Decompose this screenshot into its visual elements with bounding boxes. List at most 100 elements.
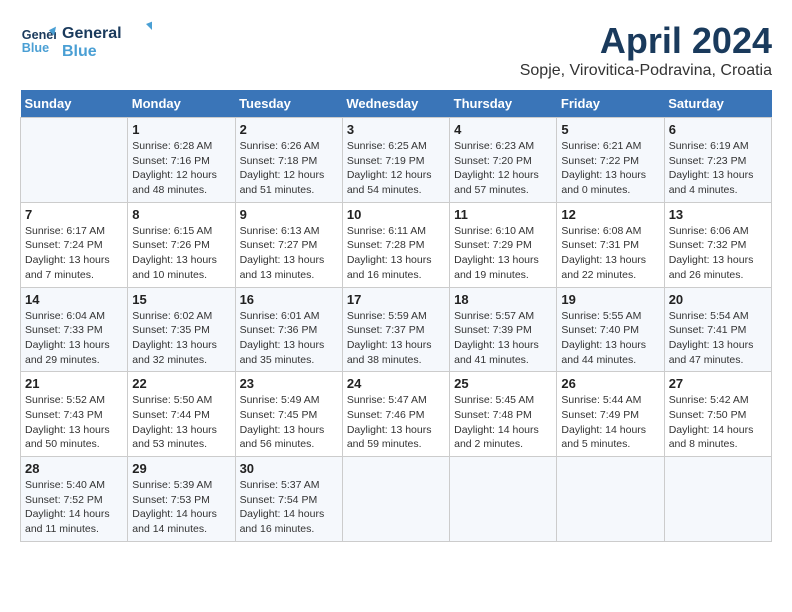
calendar-cell-5-7 bbox=[664, 457, 771, 542]
day-info: Sunrise: 6:01 AMSunset: 7:36 PMDaylight:… bbox=[240, 309, 338, 368]
calendar-cell-2-6: 12 Sunrise: 6:08 AMSunset: 7:31 PMDayligh… bbox=[557, 202, 664, 287]
calendar-cell-2-2: 8 Sunrise: 6:15 AMSunset: 7:26 PMDaylight… bbox=[128, 202, 235, 287]
calendar-cell-5-6 bbox=[557, 457, 664, 542]
calendar-body: 1 Sunrise: 6:28 AMSunset: 7:16 PMDaylight… bbox=[21, 118, 772, 542]
page-header: General Blue General Blue April 2024 Sop… bbox=[20, 20, 772, 80]
calendar-cell-1-2: 1 Sunrise: 6:28 AMSunset: 7:16 PMDaylight… bbox=[128, 118, 235, 203]
logo-icon: General Blue bbox=[20, 23, 56, 59]
weekday-wednesday: Wednesday bbox=[342, 90, 449, 118]
day-number: 9 bbox=[240, 207, 338, 222]
day-number: 2 bbox=[240, 122, 338, 137]
day-number: 29 bbox=[132, 461, 230, 476]
logo-svg: General Blue bbox=[62, 20, 152, 62]
day-info: Sunrise: 5:39 AMSunset: 7:53 PMDaylight:… bbox=[132, 478, 230, 537]
title-block: April 2024 Sopje, Virovitica-Podravina, … bbox=[520, 20, 772, 80]
calendar-cell-5-1: 28 Sunrise: 5:40 AMSunset: 7:52 PMDayligh… bbox=[21, 457, 128, 542]
calendar-cell-1-5: 4 Sunrise: 6:23 AMSunset: 7:20 PMDaylight… bbox=[450, 118, 557, 203]
weekday-friday: Friday bbox=[557, 90, 664, 118]
calendar-cell-4-6: 26Sunrise: 5:44 AMSunset: 7:49 PMDayligh… bbox=[557, 372, 664, 457]
day-info: Sunrise: 6:15 AMSunset: 7:26 PMDaylight:… bbox=[132, 224, 230, 283]
day-info: Sunrise: 5:49 AMSunset: 7:45 PMDaylight:… bbox=[240, 393, 338, 452]
day-number: 30 bbox=[240, 461, 338, 476]
day-info: Sunrise: 6:23 AMSunset: 7:20 PMDaylight:… bbox=[454, 139, 552, 198]
calendar-cell-2-7: 13 Sunrise: 6:06 AMSunset: 7:32 PMDayligh… bbox=[664, 202, 771, 287]
day-info: Sunrise: 5:55 AMSunset: 7:40 PMDaylight:… bbox=[561, 309, 659, 368]
day-info: Sunrise: 5:47 AMSunset: 7:46 PMDaylight:… bbox=[347, 393, 445, 452]
day-number: 8 bbox=[132, 207, 230, 222]
day-info: Sunrise: 6:06 AMSunset: 7:32 PMDaylight:… bbox=[669, 224, 767, 283]
day-number: 10 bbox=[347, 207, 445, 222]
calendar-cell-2-4: 10 Sunrise: 6:11 AMSunset: 7:28 PMDayligh… bbox=[342, 202, 449, 287]
calendar-cell-4-2: 22Sunrise: 5:50 AMSunset: 7:44 PMDayligh… bbox=[128, 372, 235, 457]
calendar-week-5: 28 Sunrise: 5:40 AMSunset: 7:52 PMDayligh… bbox=[21, 457, 772, 542]
day-number: 27 bbox=[669, 376, 767, 391]
day-number: 20 bbox=[669, 292, 767, 307]
weekday-tuesday: Tuesday bbox=[235, 90, 342, 118]
day-number: 22 bbox=[132, 376, 230, 391]
calendar-cell-1-6: 5Sunrise: 6:21 AMSunset: 7:22 PMDaylight… bbox=[557, 118, 664, 203]
day-number: 16 bbox=[240, 292, 338, 307]
calendar-cell-2-5: 11Sunrise: 6:10 AMSunset: 7:29 PMDayligh… bbox=[450, 202, 557, 287]
calendar-cell-3-7: 20Sunrise: 5:54 AMSunset: 7:41 PMDayligh… bbox=[664, 287, 771, 372]
calendar-cell-4-7: 27Sunrise: 5:42 AMSunset: 7:50 PMDayligh… bbox=[664, 372, 771, 457]
weekday-sunday: Sunday bbox=[21, 90, 128, 118]
day-number: 23 bbox=[240, 376, 338, 391]
day-number: 6 bbox=[669, 122, 767, 137]
svg-text:Blue: Blue bbox=[62, 43, 97, 60]
day-info: Sunrise: 6:04 AMSunset: 7:33 PMDaylight:… bbox=[25, 309, 123, 368]
day-info: Sunrise: 6:28 AMSunset: 7:16 PMDaylight:… bbox=[132, 139, 230, 198]
day-info: Sunrise: 6:08 AMSunset: 7:31 PMDaylight:… bbox=[561, 224, 659, 283]
weekday-thursday: Thursday bbox=[450, 90, 557, 118]
calendar-cell-4-3: 23 Sunrise: 5:49 AMSunset: 7:45 PMDayligh… bbox=[235, 372, 342, 457]
day-info: Sunrise: 6:02 AMSunset: 7:35 PMDaylight:… bbox=[132, 309, 230, 368]
day-number: 14 bbox=[25, 292, 123, 307]
calendar-week-2: 7Sunrise: 6:17 AMSunset: 7:24 PMDaylight… bbox=[21, 202, 772, 287]
svg-text:Blue: Blue bbox=[22, 41, 49, 55]
calendar-cell-5-2: 29 Sunrise: 5:39 AMSunset: 7:53 PMDayligh… bbox=[128, 457, 235, 542]
day-number: 17 bbox=[347, 292, 445, 307]
day-number: 12 bbox=[561, 207, 659, 222]
calendar-week-4: 21Sunrise: 5:52 AMSunset: 7:43 PMDayligh… bbox=[21, 372, 772, 457]
day-info: Sunrise: 6:11 AMSunset: 7:28 PMDaylight:… bbox=[347, 224, 445, 283]
calendar-cell-5-5 bbox=[450, 457, 557, 542]
calendar-cell-3-1: 14 Sunrise: 6:04 AMSunset: 7:33 PMDayligh… bbox=[21, 287, 128, 372]
day-number: 11 bbox=[454, 207, 552, 222]
day-number: 25 bbox=[454, 376, 552, 391]
day-number: 3 bbox=[347, 122, 445, 137]
calendar-cell-4-5: 25 Sunrise: 5:45 AMSunset: 7:48 PMDayligh… bbox=[450, 372, 557, 457]
day-number: 24 bbox=[347, 376, 445, 391]
calendar-cell-4-4: 24 Sunrise: 5:47 AMSunset: 7:46 PMDayligh… bbox=[342, 372, 449, 457]
weekday-header-row: SundayMondayTuesdayWednesdayThursdayFrid… bbox=[21, 90, 772, 118]
calendar-cell-1-4: 3 Sunrise: 6:25 AMSunset: 7:19 PMDaylight… bbox=[342, 118, 449, 203]
day-info: Sunrise: 5:44 AMSunset: 7:49 PMDaylight:… bbox=[561, 393, 659, 452]
calendar-subtitle: Sopje, Virovitica-Podravina, Croatia bbox=[520, 62, 772, 80]
day-number: 13 bbox=[669, 207, 767, 222]
calendar-cell-3-3: 16 Sunrise: 6:01 AMSunset: 7:36 PMDayligh… bbox=[235, 287, 342, 372]
calendar-cell-3-6: 19Sunrise: 5:55 AMSunset: 7:40 PMDayligh… bbox=[557, 287, 664, 372]
day-number: 1 bbox=[132, 122, 230, 137]
weekday-monday: Monday bbox=[128, 90, 235, 118]
day-number: 21 bbox=[25, 376, 123, 391]
calendar-cell-5-3: 30Sunrise: 5:37 AMSunset: 7:54 PMDayligh… bbox=[235, 457, 342, 542]
calendar-cell-1-7: 6 Sunrise: 6:19 AMSunset: 7:23 PMDaylight… bbox=[664, 118, 771, 203]
logo: General Blue General Blue bbox=[20, 20, 152, 62]
weekday-saturday: Saturday bbox=[664, 90, 771, 118]
calendar-title: April 2024 bbox=[520, 20, 772, 62]
day-number: 4 bbox=[454, 122, 552, 137]
calendar-cell-3-5: 18 Sunrise: 5:57 AMSunset: 7:39 PMDayligh… bbox=[450, 287, 557, 372]
calendar-cell-1-1 bbox=[21, 118, 128, 203]
calendar-cell-2-3: 9 Sunrise: 6:13 AMSunset: 7:27 PMDaylight… bbox=[235, 202, 342, 287]
calendar-cell-3-4: 17Sunrise: 5:59 AMSunset: 7:37 PMDayligh… bbox=[342, 287, 449, 372]
day-number: 18 bbox=[454, 292, 552, 307]
day-info: Sunrise: 6:13 AMSunset: 7:27 PMDaylight:… bbox=[240, 224, 338, 283]
day-info: Sunrise: 6:25 AMSunset: 7:19 PMDaylight:… bbox=[347, 139, 445, 198]
day-info: Sunrise: 5:45 AMSunset: 7:48 PMDaylight:… bbox=[454, 393, 552, 452]
day-info: Sunrise: 6:19 AMSunset: 7:23 PMDaylight:… bbox=[669, 139, 767, 198]
day-number: 5 bbox=[561, 122, 659, 137]
calendar-week-1: 1 Sunrise: 6:28 AMSunset: 7:16 PMDaylight… bbox=[21, 118, 772, 203]
day-info: Sunrise: 6:17 AMSunset: 7:24 PMDaylight:… bbox=[25, 224, 123, 283]
day-number: 15 bbox=[132, 292, 230, 307]
day-info: Sunrise: 5:40 AMSunset: 7:52 PMDaylight:… bbox=[25, 478, 123, 537]
day-number: 28 bbox=[25, 461, 123, 476]
day-info: Sunrise: 5:57 AMSunset: 7:39 PMDaylight:… bbox=[454, 309, 552, 368]
